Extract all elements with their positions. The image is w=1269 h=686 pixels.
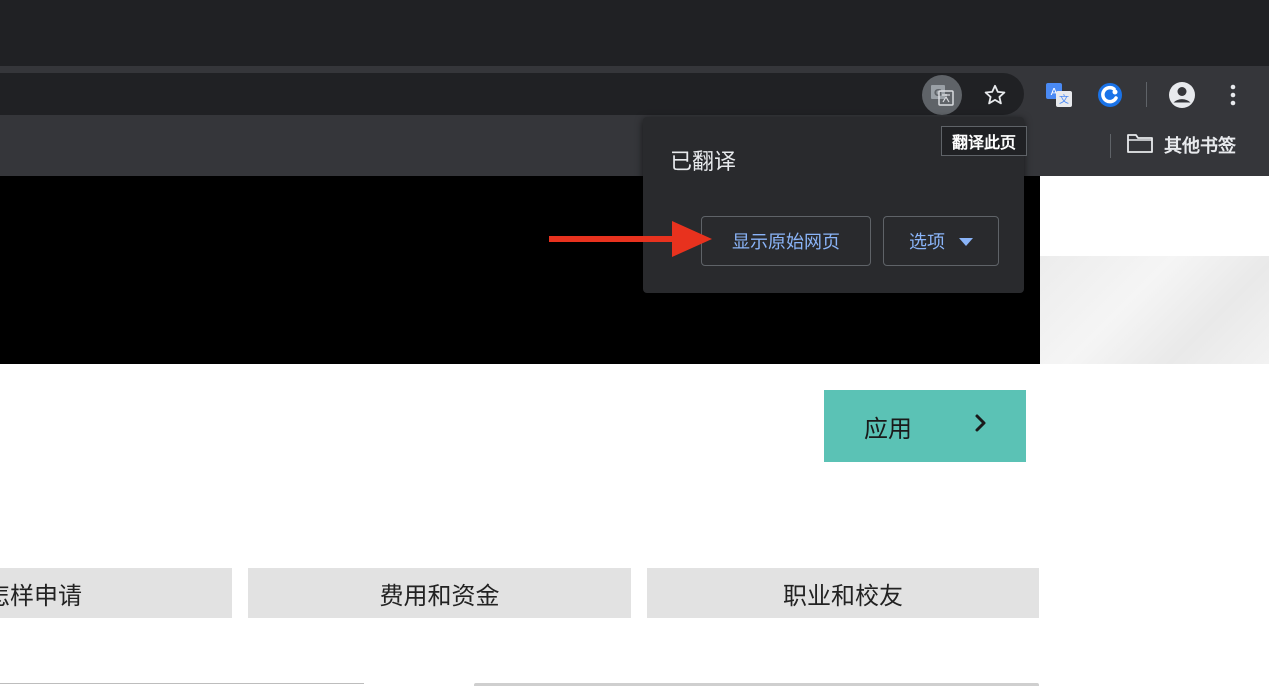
other-bookmarks-button[interactable]: 其他书签 bbox=[1126, 130, 1236, 160]
tab-how-to-apply[interactable]: 怎样申请 bbox=[0, 568, 232, 618]
options-dropdown[interactable]: 选项 bbox=[883, 216, 999, 266]
kebab-menu-icon[interactable] bbox=[1213, 75, 1253, 115]
blue-extension-icon[interactable] bbox=[1090, 75, 1130, 115]
toolbar-separator bbox=[1146, 82, 1147, 107]
svg-text:G: G bbox=[934, 88, 942, 99]
bookmarks-bar bbox=[0, 118, 1269, 176]
google-translate-icon[interactable]: G bbox=[922, 75, 962, 115]
tab-label: 职业和校友 bbox=[783, 581, 903, 610]
show-original-button[interactable]: 显示原始网页 bbox=[701, 216, 871, 266]
annotation-arrow-shaft bbox=[549, 236, 679, 242]
apply-button[interactable]: 应用 bbox=[824, 390, 1026, 462]
star-outline-icon[interactable] bbox=[975, 75, 1015, 115]
tab-label: 怎样申请 bbox=[0, 581, 82, 610]
tab-label: 费用和资金 bbox=[379, 581, 500, 610]
chevron-right-icon bbox=[974, 412, 988, 440]
content-divider bbox=[0, 683, 364, 684]
tab-strip bbox=[0, 0, 1269, 66]
annotation-arrow-head bbox=[672, 221, 712, 257]
tab-careers-alumni[interactable]: 职业和校友 bbox=[647, 568, 1039, 618]
other-bookmarks-label: 其他书签 bbox=[1164, 136, 1236, 157]
svg-text:文: 文 bbox=[1059, 93, 1069, 106]
bookmarks-separator bbox=[1110, 134, 1111, 158]
translate-tooltip: 翻译此页 bbox=[941, 126, 1028, 156]
show-original-label: 显示原始网页 bbox=[732, 232, 840, 252]
side-image bbox=[1040, 256, 1269, 364]
options-label: 选项 bbox=[909, 232, 945, 252]
translate-bubble-title: 已翻译 bbox=[670, 150, 737, 175]
account-circle-icon[interactable] bbox=[1162, 75, 1202, 115]
apply-label: 应用 bbox=[864, 415, 912, 443]
tab-fees-funding[interactable]: 费用和资金 bbox=[248, 568, 631, 618]
folder-icon bbox=[1126, 132, 1154, 159]
caret-down-icon bbox=[959, 231, 973, 252]
address-bar[interactable] bbox=[0, 73, 1024, 115]
translate-extension-icon[interactable]: A 文 bbox=[1039, 75, 1079, 115]
